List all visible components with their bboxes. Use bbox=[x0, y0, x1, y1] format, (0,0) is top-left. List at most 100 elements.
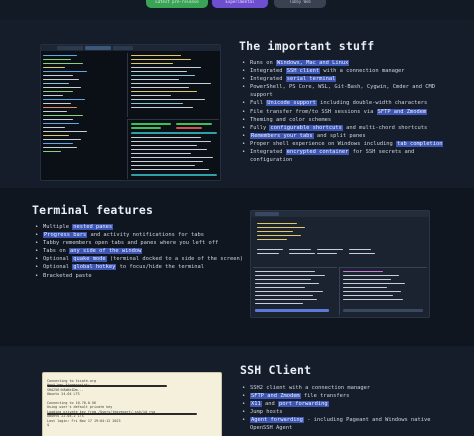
tabby-web-button[interactable]: Tabby Web bbox=[274, 0, 326, 8]
section-important-stuff: The important stuff Runs on Windows, Mac… bbox=[0, 20, 474, 188]
feature-text: Multiple bbox=[43, 224, 73, 230]
feature-highlight: SSH client bbox=[285, 68, 321, 75]
section-title-terminal: Terminal features bbox=[32, 203, 154, 217]
feature-item: X11 and port forwarding bbox=[241, 400, 431, 408]
terminal-feature-list: Multiple nested panesProgress bars and a… bbox=[34, 223, 243, 280]
feature-text: Jump hosts bbox=[250, 409, 283, 416]
screenshot-bottom-left-pane bbox=[253, 267, 337, 315]
feature-highlight: tab completion bbox=[396, 140, 444, 147]
feature-text: file transfers bbox=[300, 393, 350, 400]
feature-item: configuration bbox=[241, 156, 443, 164]
feature-highlight: Windows, Mac and Linux bbox=[275, 60, 350, 66]
feature-text: and activity notifications for tabs bbox=[87, 232, 205, 239]
feature-item: Tabby remembers open tabs and panes wher… bbox=[34, 239, 243, 247]
feature-item: SSH2 client with a connection manager bbox=[241, 384, 431, 392]
feature-highlight: Progress bars bbox=[43, 232, 88, 239]
app-screenshot-panes bbox=[250, 210, 430, 318]
feature-text: Tabs on bbox=[43, 248, 69, 255]
feature-item: OpenSSH Agent bbox=[241, 424, 431, 432]
feature-text: SSH2 client with a connection manager bbox=[250, 385, 371, 391]
feature-text: Runs on bbox=[250, 60, 276, 66]
feature-item: Optional global hotkey to focus/hide the… bbox=[34, 263, 243, 271]
feature-item: Remembers your tabs and split panes bbox=[241, 132, 443, 140]
feature-item: Runs on Windows, Mac and Linux bbox=[241, 59, 443, 67]
feature-text: (terminal docked to a side of the screen… bbox=[106, 256, 243, 263]
feature-item: Proper shell experience on Windows inclu… bbox=[241, 140, 444, 148]
screenshot-grid-output bbox=[255, 247, 425, 261]
feature-highlight: configurable shortcuts bbox=[269, 124, 343, 131]
feature-text: Optional bbox=[43, 264, 73, 271]
experimental-button[interactable]: Experimental bbox=[212, 0, 268, 8]
feature-item: Tabs on any side of the window bbox=[34, 247, 243, 255]
screenshot-bottom-right-pane bbox=[339, 267, 427, 315]
screenshot-tabbar bbox=[41, 45, 220, 51]
feature-text: and split panes bbox=[313, 132, 366, 139]
app-screenshot-ssh: Connecting to ticoth.org Host key finger… bbox=[42, 372, 222, 436]
feature-text: support bbox=[250, 92, 273, 99]
screenshot-tabbar bbox=[251, 211, 429, 217]
feature-text: Integrated bbox=[250, 68, 286, 75]
feature-item: Agent forwarding - including Pageant and… bbox=[241, 416, 431, 424]
feature-text: Integrated bbox=[250, 76, 286, 83]
feature-highlight: Unicode support bbox=[266, 100, 317, 107]
screenshot-right-top-pane bbox=[127, 53, 219, 117]
feature-item: Integrated encrypted container for SSH s… bbox=[241, 148, 443, 156]
feature-text: PowerShell, PS Core, WSL, Git-Bash, Cygw… bbox=[250, 84, 435, 91]
screenshot-right-bottom-pane bbox=[127, 119, 219, 179]
feature-highlight: Remembers your tabs bbox=[250, 132, 314, 139]
important-feature-list: Runs on Windows, Mac and LinuxIntegrated… bbox=[241, 59, 444, 164]
feature-highlight: global hotkey bbox=[72, 264, 117, 271]
feature-highlight: serial terminal bbox=[285, 76, 337, 83]
feature-item: Bracketed paste bbox=[34, 272, 243, 280]
app-screenshot-main bbox=[40, 44, 221, 181]
feature-text: Integrated bbox=[250, 149, 286, 156]
section-title-ssh: SSH Client bbox=[240, 363, 312, 377]
download-buttons: Latest pre-release Experimental Tabby We… bbox=[0, 0, 474, 12]
feature-highlight: quake mode bbox=[72, 256, 107, 263]
feature-item: support bbox=[241, 91, 443, 99]
feature-item: Jump hosts bbox=[241, 408, 431, 416]
feature-text: Tabby remembers open tabs and panes wher… bbox=[43, 240, 219, 247]
feature-item: Full Unicode support including double-wi… bbox=[241, 99, 443, 107]
download-prerelease-button[interactable]: Latest pre-release bbox=[146, 0, 208, 8]
feature-item: Theming and color schemes bbox=[241, 116, 443, 124]
feature-highlight: encrypted container bbox=[285, 149, 350, 156]
feature-text: Theming and color schemes bbox=[250, 116, 332, 123]
feature-highlight: SFTP and Zmodem bbox=[376, 108, 428, 115]
screenshot-left-pane bbox=[43, 53, 123, 179]
feature-text: - including Pageant and Windows native bbox=[303, 417, 431, 424]
feature-text: Full bbox=[250, 100, 267, 107]
feature-item: Fully configurable shortcuts and multi-c… bbox=[241, 124, 443, 132]
feature-highlight: X11 bbox=[250, 401, 262, 408]
feature-text: Proper shell experience on Windows inclu… bbox=[250, 140, 397, 147]
feature-text: and bbox=[261, 401, 278, 408]
feature-text: configuration bbox=[250, 157, 293, 164]
feature-text: Fully bbox=[250, 124, 270, 131]
feature-item: PowerShell, PS Core, WSL, Git-Bash, Cygw… bbox=[241, 83, 443, 91]
feature-text: OpenSSH Agent bbox=[250, 425, 293, 432]
section-title-important: The important stuff bbox=[239, 39, 375, 53]
feature-highlight: nested panes bbox=[72, 224, 114, 230]
ssh-feature-list: SSH2 client with a connection managerSFT… bbox=[241, 384, 431, 433]
feature-text: to focus/hide the terminal bbox=[116, 264, 205, 271]
feature-highlight: Agent forwarding bbox=[250, 417, 304, 424]
feature-text: Optional bbox=[43, 256, 73, 263]
feature-item: SFTP and Zmodem file transfers bbox=[241, 392, 431, 400]
section-ssh-client: Connecting to ticoth.org Host key finger… bbox=[0, 346, 474, 436]
feature-text: Bracketed paste bbox=[43, 272, 92, 279]
feature-item: Integrated SSH client with a connection … bbox=[241, 67, 443, 75]
feature-item: Progress bars and activity notifications… bbox=[34, 231, 243, 239]
feature-text: including double-width characters bbox=[316, 100, 428, 107]
feature-text: for SSH secrets and bbox=[349, 149, 415, 156]
feature-item: Optional quake mode (terminal docked to … bbox=[34, 255, 243, 263]
feature-text: File transfer from/to SSH sessions via bbox=[250, 108, 377, 115]
feature-text: and multi-chord shortcuts bbox=[342, 124, 428, 131]
feature-highlight: port forwarding bbox=[277, 401, 329, 408]
feature-item: Multiple nested panes bbox=[34, 223, 243, 231]
section-terminal-features: Terminal features Multiple nested panesP… bbox=[0, 188, 474, 346]
feature-item: File transfer from/to SSH sessions via S… bbox=[241, 108, 443, 116]
feature-item: Integrated serial terminal bbox=[241, 75, 443, 83]
feature-highlight: any side of the window bbox=[68, 248, 143, 255]
feature-text: with a connection manager bbox=[320, 68, 405, 75]
feature-highlight: SFTP and Zmodem bbox=[250, 393, 301, 400]
